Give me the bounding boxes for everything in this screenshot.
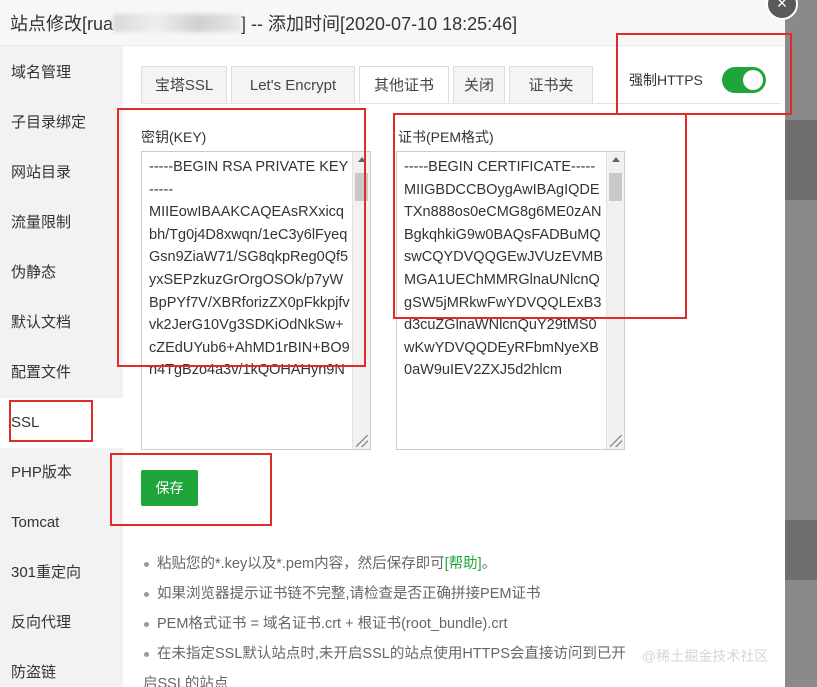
sidebar-item-ssl[interactable]: SSL bbox=[0, 398, 123, 448]
tip-paste-end: 。 bbox=[481, 556, 497, 572]
sidebar-item-reverse-proxy[interactable]: 反向代理 bbox=[0, 598, 123, 648]
sidebar-item-rewrite[interactable]: 伪静态 bbox=[0, 248, 123, 298]
tip-chain: 如果浏览器提示证书链不完整,请检查是否正确拼接PEM证书 bbox=[143, 579, 643, 609]
dialog-title: 站点修改[rua ] -- 添加时间[2020-07-10 18:25:46] bbox=[10, 10, 517, 36]
dialog-title-prefix: 站点修改[rua bbox=[10, 14, 114, 34]
sidebar-item-redirect[interactable]: 301重定向 bbox=[0, 548, 123, 598]
force-https-divider bbox=[623, 103, 769, 104]
tip-paste-text: 粘贴您的*.key以及*.pem内容，然后保存即可 bbox=[157, 556, 445, 572]
scroll-up-icon[interactable] bbox=[358, 157, 366, 162]
redacted-domain bbox=[113, 14, 242, 32]
resize-grip-icon[interactable] bbox=[356, 435, 368, 447]
force-https-toggle[interactable] bbox=[722, 67, 766, 93]
help-link[interactable]: [帮助] bbox=[445, 556, 482, 572]
key-field-label: 密钥(KEY) bbox=[141, 129, 207, 145]
tab-lets-encrypt[interactable]: Let's Encrypt bbox=[231, 66, 355, 104]
resize-grip-icon[interactable] bbox=[610, 435, 622, 447]
cert-textarea[interactable]: -----BEGIN CERTIFICATE----- MIIGBDCCBOyg… bbox=[396, 151, 625, 450]
sidebar-item-default-doc[interactable]: 默认文档 bbox=[0, 298, 123, 348]
dialog-title-bar: 站点修改[rua ] -- 添加时间[2020-07-10 18:25:46] bbox=[0, 0, 785, 46]
watermark: @稀土掘金技术社区 bbox=[642, 648, 769, 664]
sidebar-item-hotlink[interactable]: 防盗链 bbox=[0, 648, 123, 687]
sidebar-item-tomcat[interactable]: Tomcat bbox=[0, 498, 123, 548]
scroll-thumb[interactable] bbox=[609, 173, 622, 201]
background-band bbox=[785, 520, 817, 580]
background-band bbox=[785, 120, 817, 200]
sidebar-item-site-dir[interactable]: 网站目录 bbox=[0, 148, 123, 198]
sidebar-item-config-file[interactable]: 配置文件 bbox=[0, 348, 123, 398]
toggle-knob bbox=[743, 70, 763, 90]
sidebar-item-traffic-limit[interactable]: 流量限制 bbox=[0, 198, 123, 248]
scroll-up-icon[interactable] bbox=[612, 157, 620, 162]
cert-textarea-content: -----BEGIN CERTIFICATE----- MIIGBDCCBOyg… bbox=[404, 159, 603, 379]
force-https-label: 强制HTTPS bbox=[629, 72, 703, 88]
cert-textarea-scrollbar[interactable] bbox=[606, 152, 624, 449]
key-textarea[interactable]: -----BEGIN RSA PRIVATE KEY----- MIIEowIB… bbox=[141, 151, 371, 450]
scroll-thumb[interactable] bbox=[355, 173, 368, 201]
sidebar-item-php-version[interactable]: PHP版本 bbox=[0, 448, 123, 498]
cert-field-label: 证书(PEM格式) bbox=[398, 129, 494, 145]
sidebar-item-subdirectory[interactable]: 子目录绑定 bbox=[0, 98, 123, 148]
tab-bt-ssl[interactable]: 宝塔SSL bbox=[141, 66, 227, 104]
tip-default-site: 在未指定SSL默认站点时,未开启SSL的站点使用HTTPS会直接访问到已开启SS… bbox=[143, 639, 633, 687]
save-button[interactable]: 保存 bbox=[141, 470, 198, 506]
tab-close[interactable]: 关闭 bbox=[453, 66, 505, 104]
sidebar-item-domain[interactable]: 域名管理 bbox=[0, 48, 123, 98]
tab-cert-folder[interactable]: 证书夹 bbox=[509, 66, 593, 104]
background-overlay bbox=[785, 0, 817, 687]
ssl-panel: 宝塔SSL Let's Encrypt 其他证书 关闭 证书夹 强制HTTPS … bbox=[123, 46, 785, 687]
tips-list: 粘贴您的*.key以及*.pem内容，然后保存即可[帮助]。 如果浏览器提示证书… bbox=[143, 549, 643, 687]
sidebar: 域名管理 子目录绑定 网站目录 流量限制 伪静态 默认文档 配置文件 SSL P… bbox=[0, 46, 123, 687]
tab-other-cert[interactable]: 其他证书 bbox=[359, 66, 449, 104]
tip-paste: 粘贴您的*.key以及*.pem内容，然后保存即可[帮助]。 bbox=[143, 549, 643, 579]
key-textarea-scrollbar[interactable] bbox=[352, 152, 370, 449]
key-textarea-content: -----BEGIN RSA PRIVATE KEY----- MIIEowIB… bbox=[149, 159, 350, 379]
dialog-title-suffix: ] -- 添加时间[2020-07-10 18:25:46] bbox=[241, 14, 518, 34]
tip-pem-format: PEM格式证书 = 域名证书.crt + 根证书(root_bundle).cr… bbox=[143, 609, 643, 639]
